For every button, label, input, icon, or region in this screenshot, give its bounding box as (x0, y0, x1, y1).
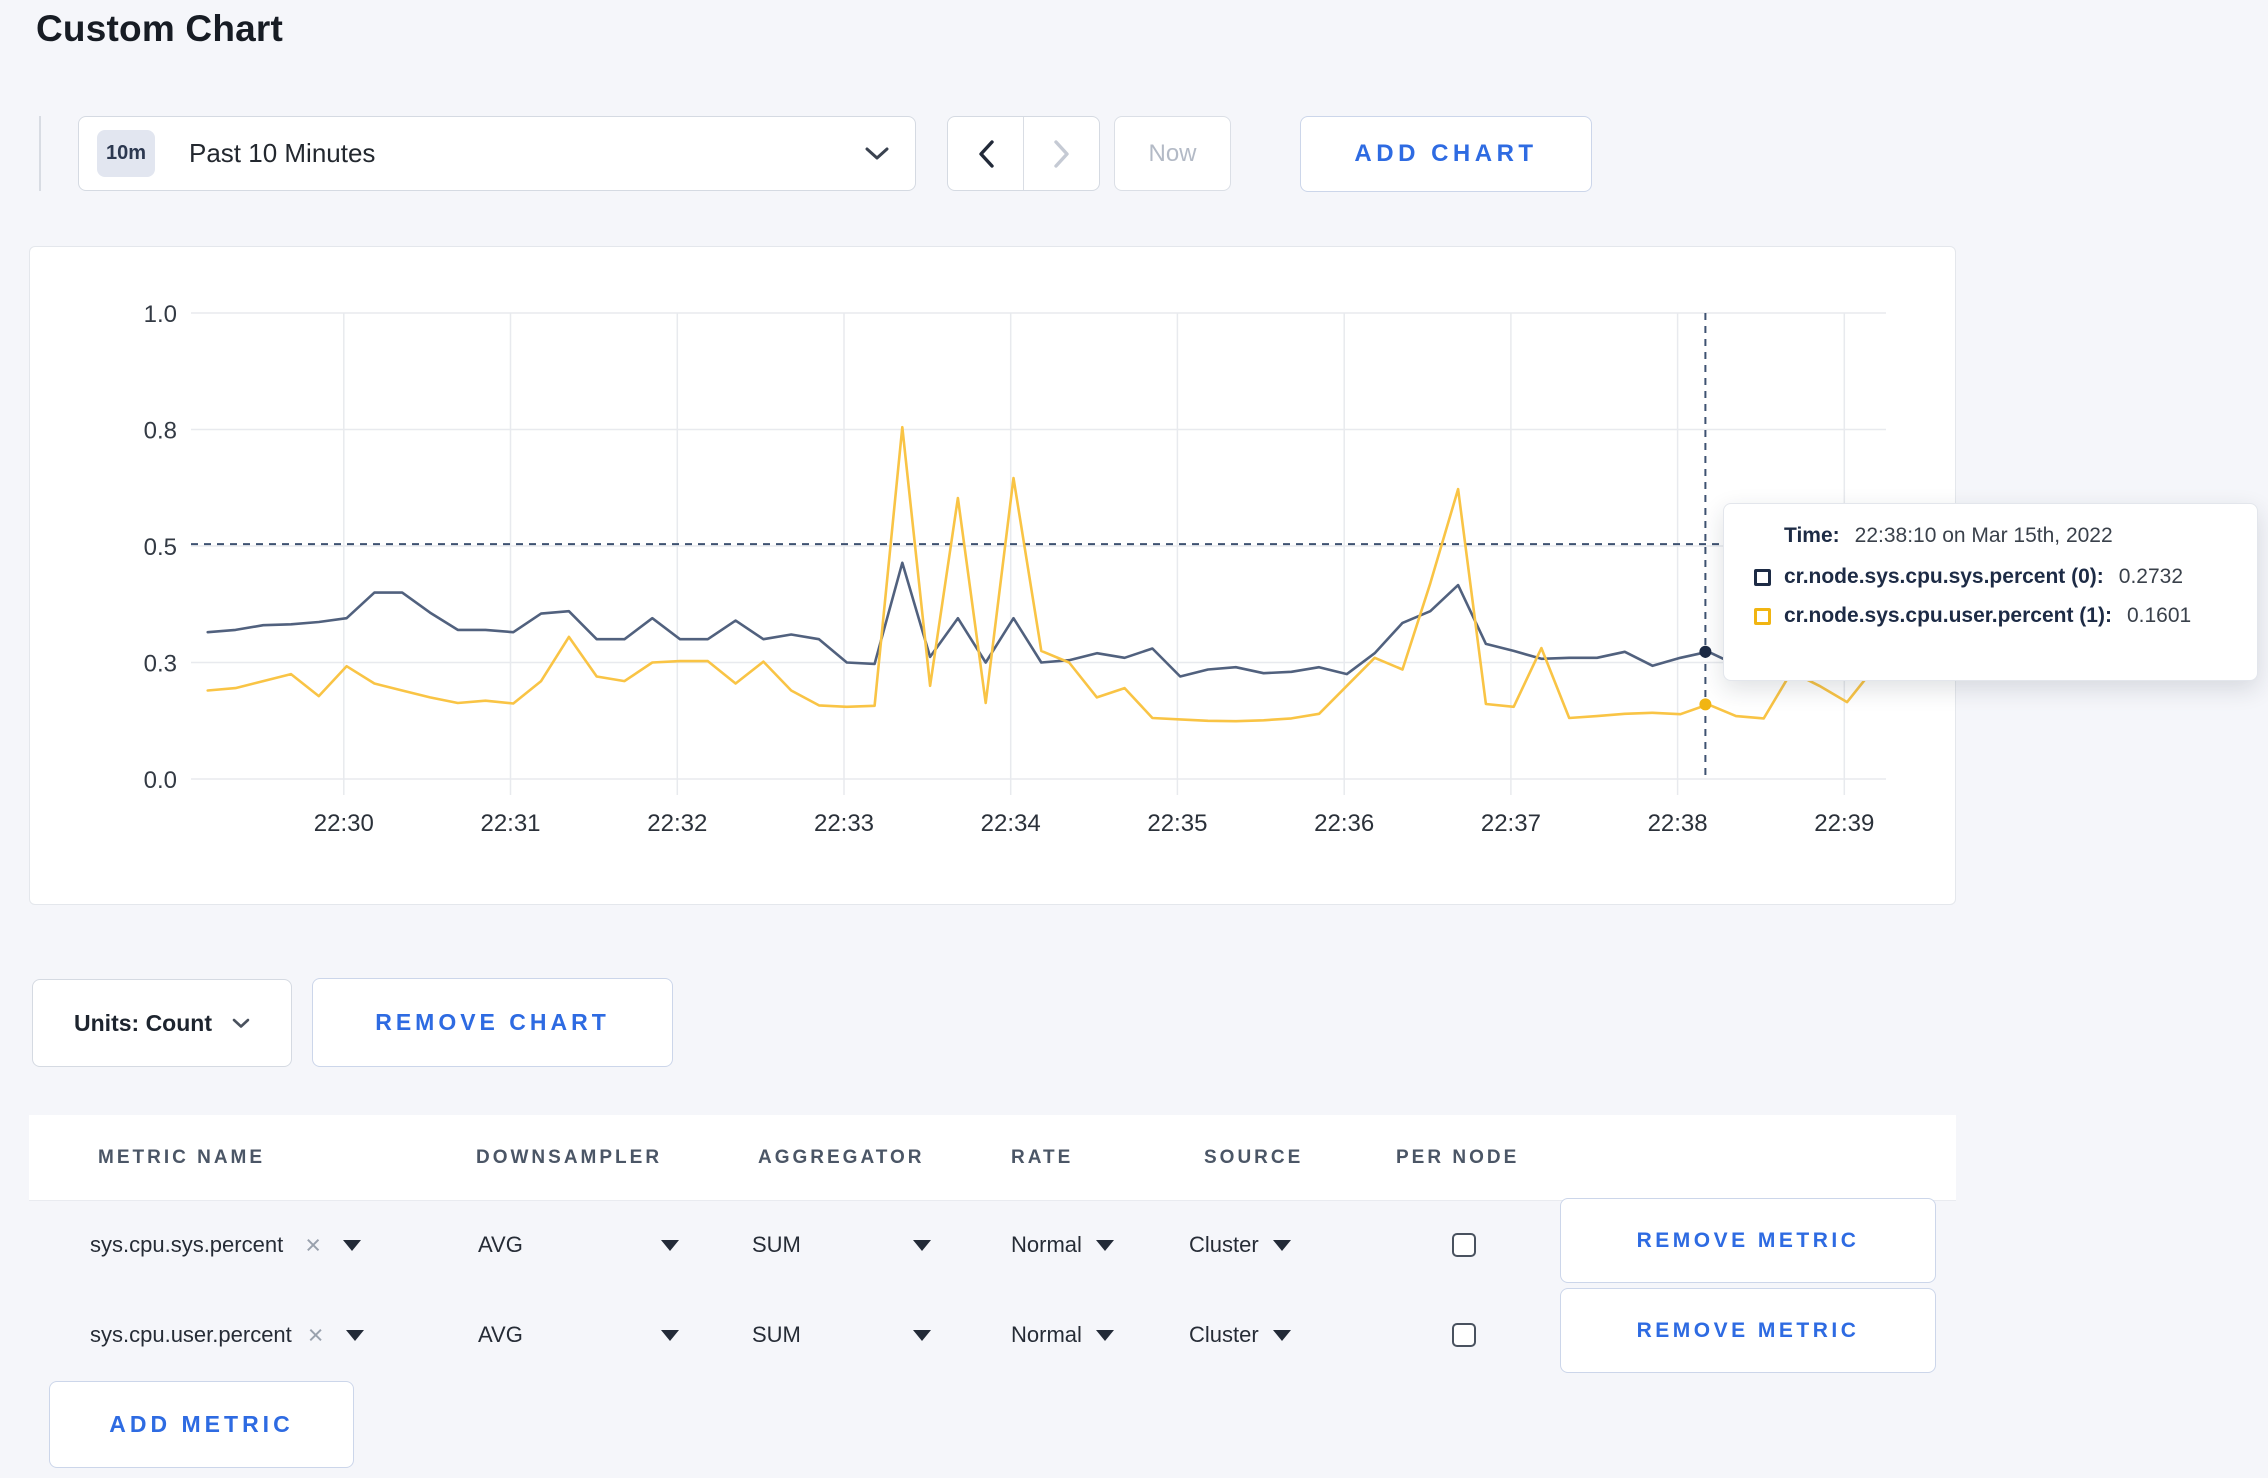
prev-time-button[interactable] (948, 117, 1023, 190)
svg-text:22:35: 22:35 (1147, 810, 1207, 837)
toolbar-divider (39, 116, 41, 191)
add-metric-button[interactable]: ADD METRIC (49, 1381, 354, 1468)
svg-text:22:32: 22:32 (647, 810, 707, 837)
tooltip-series-user-label: cr.node.sys.cpu.user.percent (1): (1784, 604, 2112, 627)
svg-text:1.0: 1.0 (144, 301, 177, 328)
metrics-table-header: METRIC NAME DOWNSAMPLER AGGREGATOR RATE … (29, 1115, 1956, 1201)
metric-name-select[interactable]: sys.cpu.sys.percent × (90, 1200, 361, 1290)
svg-text:22:37: 22:37 (1481, 810, 1541, 837)
per-node-cell (1452, 1290, 1476, 1380)
dropdown-caret-icon (342, 1239, 361, 1251)
units-label: Units: Count (74, 1009, 212, 1036)
series-sys-swatch-icon (1754, 568, 1771, 586)
svg-text:22:30: 22:30 (314, 810, 374, 837)
tooltip-series-user-value: 0.1601 (2126, 604, 2192, 627)
aggregator-select[interactable]: SUM (752, 1290, 801, 1380)
next-time-button[interactable] (1023, 117, 1099, 190)
remove-metric-button[interactable]: REMOVE METRIC (1560, 1288, 1936, 1373)
svg-text:22:38: 22:38 (1648, 810, 1708, 837)
svg-text:0.3: 0.3 (144, 651, 177, 678)
per-node-cell (1452, 1200, 1476, 1290)
page-title: Custom Chart (36, 8, 284, 49)
time-range-label: Past 10 Minutes (189, 138, 376, 168)
units-dropdown[interactable]: Units: Count (32, 979, 292, 1067)
time-pager (947, 116, 1100, 191)
aggregator-select[interactable]: SUM (752, 1200, 801, 1290)
metric-row-user: sys.cpu.user.percent × AVG SUM Normal Cl… (29, 1288, 1956, 1380)
svg-text:22:33: 22:33 (814, 810, 874, 837)
time-range-badge: 10m (97, 130, 155, 177)
chart-hover-tooltip: Time: 22:38:10 on Mar 15th, 2022 cr.node… (1723, 503, 2258, 681)
svg-text:0.5: 0.5 (144, 534, 177, 561)
tooltip-time-value: 22:38:10 on Mar 15th, 2022 (1854, 524, 2113, 547)
svg-text:0.8: 0.8 (144, 418, 177, 445)
chevron-down-icon (865, 147, 889, 159)
downsampler-caret-icon[interactable] (661, 1200, 679, 1290)
chevron-down-icon (232, 1018, 250, 1028)
col-aggregator: AGGREGATOR (758, 1147, 925, 1168)
chart-card: 0.0 0.3 0.5 0.8 1.0 22:30 22:31 22:32 22:33 22:34… (29, 246, 2258, 906)
per-node-checkbox[interactable] (1452, 1233, 1476, 1257)
svg-text:22:36: 22:36 (1314, 810, 1374, 837)
now-button[interactable]: Now (1114, 116, 1231, 191)
time-range-selector[interactable]: 10m Past 10 Minutes (78, 116, 916, 191)
svg-text:22:34: 22:34 (981, 810, 1041, 837)
clear-metric-icon[interactable]: × (308, 1321, 324, 1349)
series-user-swatch-icon (1754, 607, 1771, 625)
rate-select[interactable]: Normal (1011, 1290, 1114, 1380)
svg-text:22:31: 22:31 (480, 810, 540, 837)
col-per-node: PER NODE (1396, 1147, 1520, 1168)
col-metric-name: METRIC NAME (98, 1147, 266, 1168)
timeseries-chart[interactable]: 0.0 0.3 0.5 0.8 1.0 22:30 22:31 22:32 22:33 22:34… (30, 247, 1957, 906)
aggregator-caret-icon[interactable] (913, 1290, 931, 1380)
metric-row-sys: sys.cpu.sys.percent × AVG SUM Normal Clu… (29, 1198, 1956, 1290)
downsampler-select[interactable]: AVG (478, 1290, 523, 1380)
downsampler-select[interactable]: AVG (478, 1200, 523, 1290)
svg-text:22:39: 22:39 (1814, 810, 1874, 837)
downsampler-caret-icon[interactable] (661, 1290, 679, 1380)
dropdown-caret-icon (345, 1329, 364, 1341)
source-select[interactable]: Cluster (1189, 1290, 1291, 1380)
per-node-checkbox[interactable] (1452, 1323, 1476, 1347)
col-source: SOURCE (1204, 1147, 1304, 1168)
tooltip-time-label: Time: (1784, 524, 1840, 547)
clear-metric-icon[interactable]: × (305, 1231, 321, 1259)
col-downsampler: DOWNSAMPLER (476, 1147, 663, 1168)
add-chart-button[interactable]: ADD CHART (1300, 116, 1592, 192)
metric-name-select[interactable]: sys.cpu.user.percent × (90, 1290, 364, 1380)
chevron-left-icon (978, 139, 994, 168)
remove-metric-button[interactable]: REMOVE METRIC (1560, 1198, 1936, 1283)
tooltip-series-sys-value: 0.2732 (2118, 565, 2184, 588)
source-select[interactable]: Cluster (1189, 1200, 1291, 1290)
remove-chart-button[interactable]: REMOVE CHART (312, 978, 673, 1067)
rate-select[interactable]: Normal (1011, 1200, 1114, 1290)
col-rate: RATE (1011, 1147, 1074, 1168)
aggregator-caret-icon[interactable] (913, 1200, 931, 1290)
svg-text:0.0: 0.0 (144, 767, 177, 794)
tooltip-series-sys-label: cr.node.sys.cpu.sys.percent (0): (1784, 565, 2104, 588)
chevron-right-icon (1053, 139, 1069, 168)
